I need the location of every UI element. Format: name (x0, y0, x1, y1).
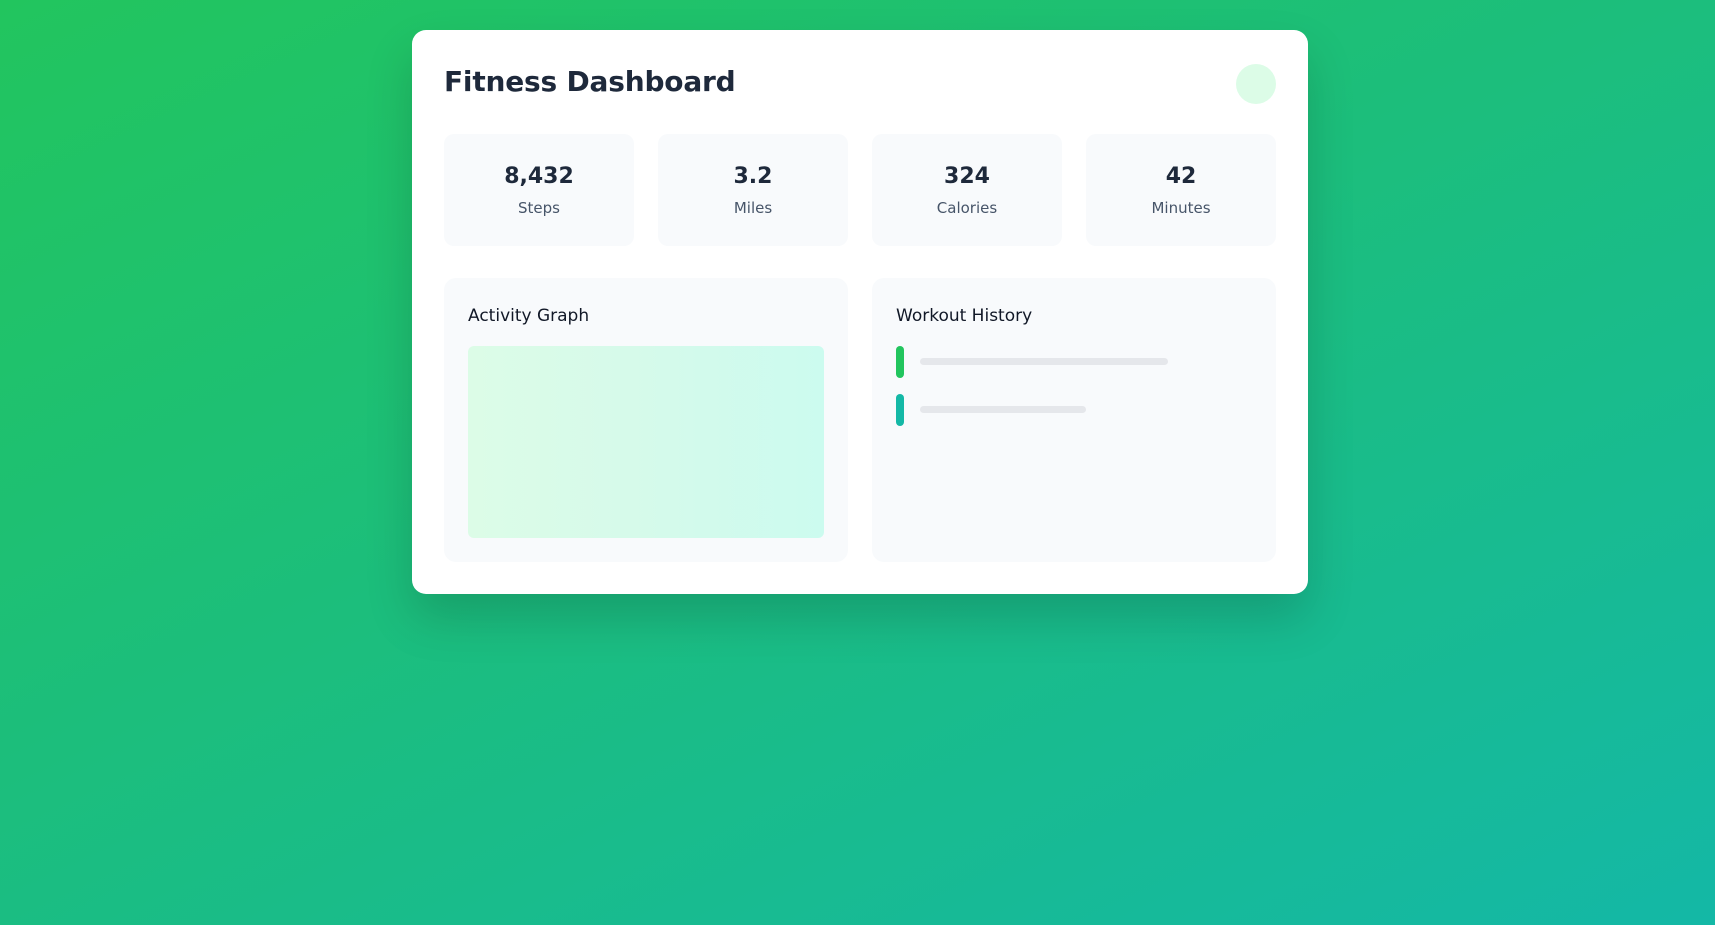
workout-marker (896, 394, 904, 426)
dashboard-header: Fitness Dashboard (444, 62, 1276, 118)
stat-label: Steps (518, 199, 560, 217)
activity-graph-placeholder (468, 346, 824, 538)
stat-value: 42 (1165, 164, 1197, 189)
stat-label: Calories (936, 199, 998, 217)
stat-value: 8,432 (504, 164, 574, 189)
stat-card-miles: 3.2 Miles (658, 134, 848, 246)
page-title: Fitness Dashboard (444, 65, 736, 98)
list-item[interactable] (896, 346, 1252, 380)
stats-row: 8,432 Steps 3.2 Miles 324 Calories 42 Mi… (444, 134, 1276, 246)
stat-card-calories: 324 Calories (872, 134, 1062, 246)
stat-label: Miles (733, 199, 773, 217)
dashboard-card: Fitness Dashboard 8,432 Steps 3.2 Miles … (412, 30, 1308, 594)
stat-value: 324 (944, 164, 990, 189)
stat-value: 3.2 (733, 164, 773, 189)
workout-history-title: Workout History (896, 306, 1033, 326)
workout-placeholder-bar (920, 358, 1168, 365)
panels-row: Activity Graph Workout History (444, 278, 1276, 562)
activity-graph-panel: Activity Graph (444, 278, 848, 562)
stat-card-minutes: 42 Minutes (1086, 134, 1276, 246)
avatar[interactable] (1236, 64, 1276, 104)
workout-placeholder-bar (920, 406, 1086, 413)
workout-marker (896, 346, 904, 378)
workout-history-panel: Workout History (872, 278, 1276, 562)
stat-card-steps: 8,432 Steps (444, 134, 634, 246)
activity-graph-title: Activity Graph (468, 306, 590, 326)
stat-label: Minutes (1151, 199, 1211, 217)
list-item[interactable] (896, 394, 1252, 428)
workout-history-list (896, 346, 1252, 442)
